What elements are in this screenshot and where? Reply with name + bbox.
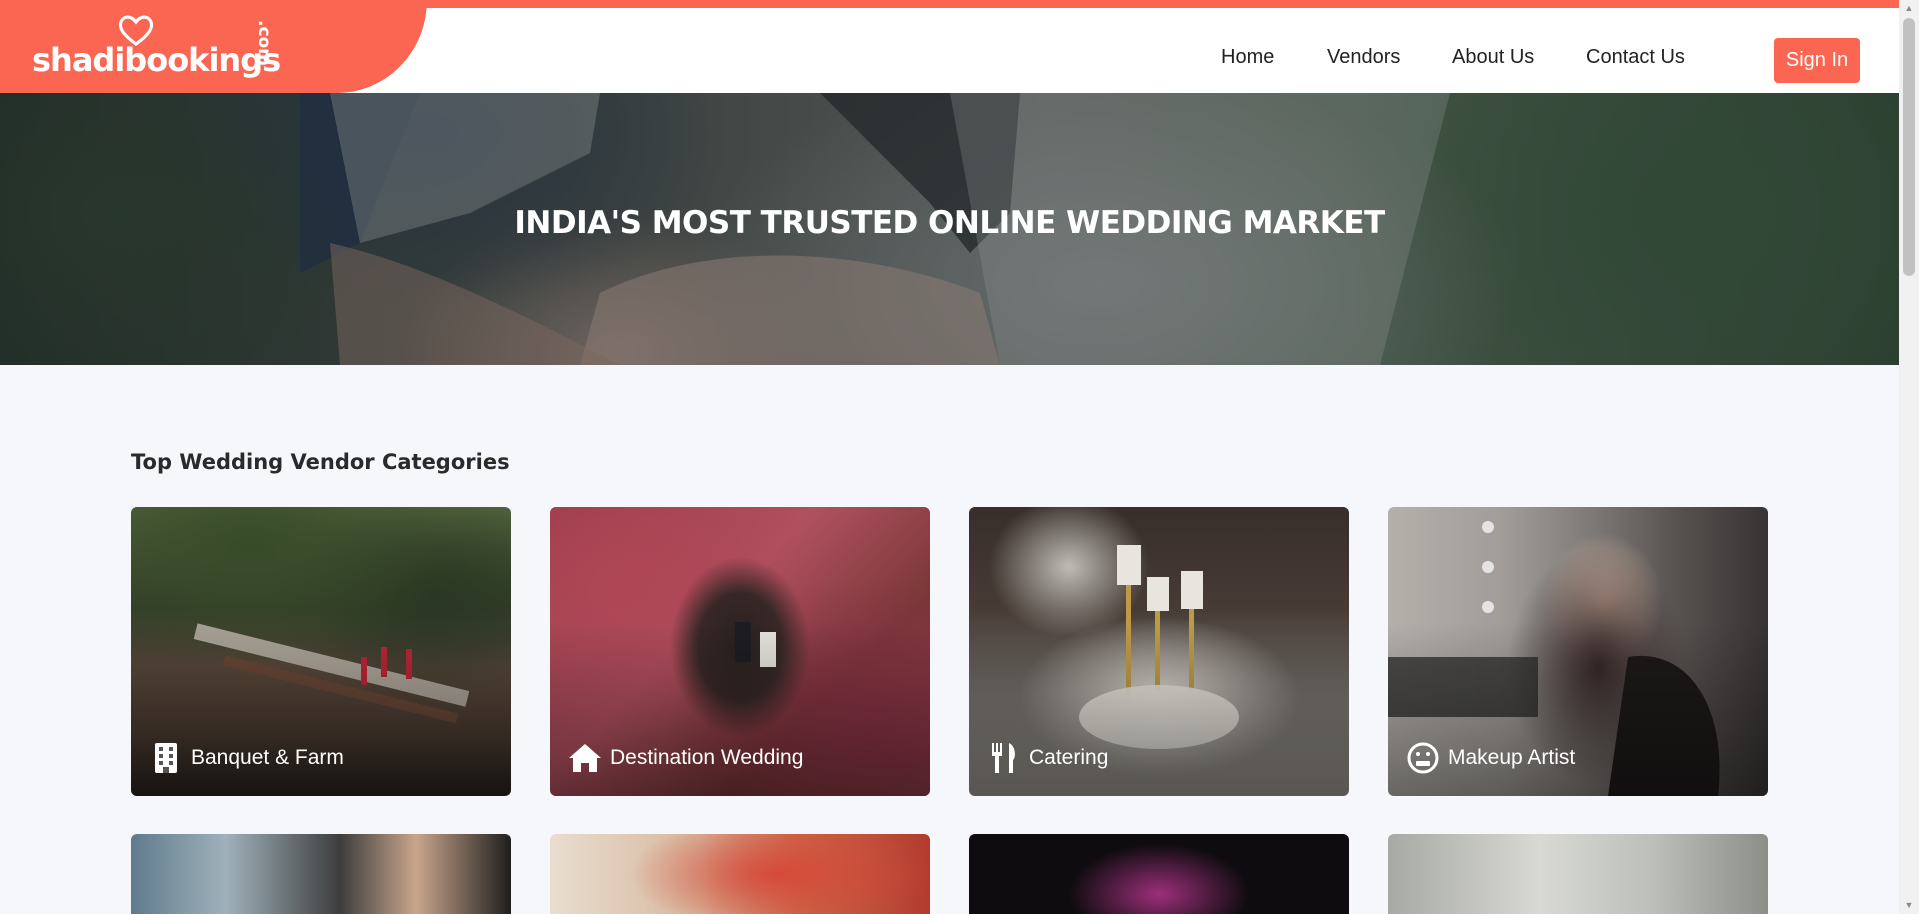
card-label: Banquet & Farm <box>191 746 344 769</box>
card-label: Catering <box>1029 746 1109 769</box>
category-card-destination-wedding[interactable]: Destination Wedding <box>550 507 930 796</box>
nav-home[interactable]: Home <box>1221 46 1274 69</box>
category-card-catering[interactable]: Catering <box>969 507 1349 796</box>
scroll-up-arrow-icon[interactable]: ▲ <box>1904 3 1914 13</box>
home-icon <box>568 742 602 774</box>
logo-tld: .com <box>254 20 274 66</box>
category-card[interactable] <box>969 834 1349 914</box>
card-photo <box>131 834 511 914</box>
category-card[interactable] <box>550 834 930 914</box>
logo-wordmark: shadibookings <box>32 41 281 79</box>
category-card[interactable] <box>131 834 511 914</box>
hero-banner: INDIA'S MOST TRUSTED ONLINE WEDDING MARK… <box>0 93 1899 365</box>
nav-vendors[interactable]: Vendors <box>1327 46 1400 69</box>
hero-title: INDIA'S MOST TRUSTED ONLINE WEDDING MARK… <box>514 205 1385 241</box>
building-icon <box>149 742 183 774</box>
nav-contact-us[interactable]: Contact Us <box>1586 46 1685 69</box>
card-label: Destination Wedding <box>610 746 804 769</box>
card-photo <box>1388 834 1768 914</box>
face-icon <box>1406 742 1440 774</box>
card-label: Makeup Artist <box>1448 746 1576 769</box>
section-title: Top Wedding Vendor Categories <box>131 450 510 474</box>
category-card-makeup-artist[interactable]: Makeup Artist <box>1388 507 1768 796</box>
card-photo <box>969 834 1349 914</box>
page-scrollbar[interactable]: ▲ ▼ <box>1899 0 1919 914</box>
utensils-icon <box>987 742 1021 774</box>
card-photo <box>550 834 930 914</box>
sign-in-button[interactable]: Sign In <box>1774 38 1860 83</box>
scroll-down-arrow-icon[interactable]: ▼ <box>1904 900 1914 910</box>
scrollbar-thumb[interactable] <box>1903 18 1915 276</box>
category-card-banquet-farm[interactable]: Banquet & Farm <box>131 507 511 796</box>
nav-about-us[interactable]: About Us <box>1452 46 1534 69</box>
category-card[interactable] <box>1388 834 1768 914</box>
